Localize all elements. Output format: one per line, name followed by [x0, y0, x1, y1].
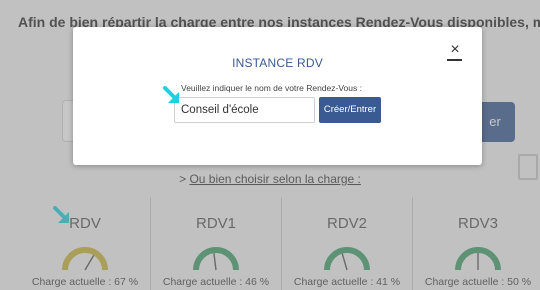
meeting-name-input[interactable]: [174, 97, 315, 123]
close-icon-underline: [447, 59, 462, 61]
modal-title: INSTANCE RDV: [232, 56, 323, 70]
create-enter-button[interactable]: Créer/Entrer: [319, 97, 381, 123]
meeting-name-label: Veuillez indiquer le nom de votre Rendez…: [181, 83, 362, 93]
highlight-arrow-icon: [163, 86, 179, 103]
instance-modal: INSTANCE RDV × Veuillez indiquer le nom …: [73, 27, 482, 165]
